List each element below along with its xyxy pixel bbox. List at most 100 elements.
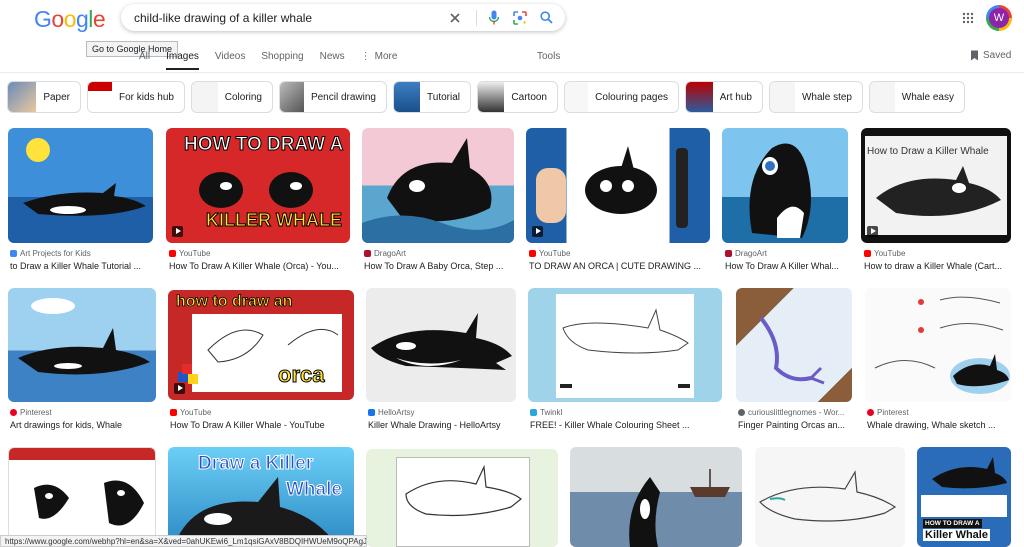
result-image[interactable] [8,128,153,243]
result-caption[interactable]: Art drawings for kids, Whale [10,420,155,430]
google-logo[interactable]: Google [34,6,106,33]
chip-coloring[interactable]: Coloring [191,81,273,113]
play-icon [172,226,183,237]
result-image[interactable] [570,447,742,547]
chip-thumbnail [192,82,218,112]
result-image[interactable] [755,447,905,547]
result-image[interactable] [366,449,558,547]
orca-drawing [759,470,897,522]
chip-label: Coloring [224,91,262,103]
chip-art-hub[interactable]: Art hub [685,81,763,113]
source-label: DragoArt [735,249,768,258]
logo-letter: o [63,6,77,32]
result-caption[interactable]: Killer Whale Drawing - HelloArtsy [368,420,516,430]
result-caption[interactable]: How To Draw A Baby Orca, Step ... [364,261,514,271]
orca-drawing [749,143,811,238]
result-caption[interactable]: Whale drawing, Whale sketch ... [867,420,1012,430]
tab-videos[interactable]: Videos [215,51,245,70]
chip-thumbnail [478,82,505,112]
result-image[interactable] [8,447,156,547]
result-source[interactable]: Pinterest [10,408,155,417]
result-source[interactable]: YouTube [529,249,709,258]
search-input[interactable]: child-like drawing of a killer whale [134,11,444,25]
chip-whale-step[interactable]: Whale step [769,81,863,113]
result-image[interactable] [526,128,710,243]
more-dots-icon: ⋮ [360,51,371,62]
result-image[interactable]: Draw a Killer Whale [168,447,354,547]
status-bar-url: https://www.google.com/webhp?hl=en&sa=X&… [0,535,367,547]
result-source[interactable]: Twinkl [530,408,720,417]
microphone-icon[interactable] [483,7,505,29]
site-favicon [725,250,732,257]
chip-label: Pencil drawing [310,91,376,103]
result-image[interactable]: HOW TO DRAW A KILLER WHALE [166,128,350,243]
site-favicon [529,250,536,257]
account-avatar[interactable]: W [986,5,1012,31]
result-image[interactable] [736,288,852,402]
chip-cartoon[interactable]: Cartoon [477,81,558,113]
result-caption[interactable]: How To Draw A Killer Whale (Orca) - You.… [169,261,349,271]
result-image[interactable]: How to Draw a Killer Whale [861,128,1011,243]
tab-shopping[interactable]: Shopping [261,51,303,70]
site-favicon [867,409,874,416]
source-label: YouTube [180,408,212,417]
chip-label: Cartoon [511,91,547,103]
result-caption[interactable]: How To Draw A Killer Whale - YouTube [170,420,354,430]
result-source[interactable]: YouTube [170,408,354,417]
chip-tutorial[interactable]: Tutorial [393,81,471,113]
tools-button[interactable]: Tools [537,51,560,62]
result-image[interactable]: HOW TO DRAW A Killer Whale [917,447,1011,547]
chip-pencil-drawing[interactable]: Pencil drawing [279,81,387,113]
chip-for-kids-hub[interactable]: For kids hub [87,81,185,113]
orca-drawing [178,328,339,384]
chip-thumbnail [8,82,37,112]
chip-label: Tutorial [427,91,460,103]
chip-label: Whale easy [901,91,954,103]
result-caption[interactable]: How To Draw A Killer Whal... [725,261,847,271]
search-icon[interactable] [535,7,557,29]
result-image[interactable] [366,288,516,402]
result-source[interactable]: DragoArt [364,249,512,258]
result-image[interactable] [362,128,514,243]
chip-label: Paper [43,91,70,103]
saved-button[interactable]: Saved [970,50,1011,61]
result-caption[interactable]: FREE! - Killer Whale Colouring Sheet ... [530,420,720,430]
search-box[interactable]: child-like drawing of a killer whale [121,4,565,31]
result-source[interactable]: DragoArt [725,249,847,258]
result-source[interactable]: HelloArtsy [368,408,516,417]
result-caption[interactable]: to Draw a Killer Whale Tutorial ... [10,261,152,271]
result-source[interactable]: YouTube [169,249,349,258]
chip-paper[interactable]: Paper [7,81,81,113]
tab-more[interactable]: ⋮ More [361,51,398,70]
tab-news[interactable]: News [320,51,345,70]
result-image[interactable] [865,288,1011,402]
play-icon [174,383,185,394]
chip-whale-easy[interactable]: Whale easy [869,81,965,113]
tab-more-label: More [374,51,398,62]
tab-images[interactable]: Images [166,51,199,70]
result-caption[interactable]: How to draw a Killer Whale (Cart... [864,261,1012,271]
source-label: YouTube [179,249,211,258]
result-image[interactable] [8,288,156,402]
site-favicon [738,409,745,416]
orca-drawing [536,146,688,228]
lens-icon[interactable] [509,7,531,29]
result-caption[interactable]: Finger Painting Orcas an... [738,420,853,430]
result-source[interactable]: Pinterest [867,408,1012,417]
chip-colouring-pages[interactable]: Colouring pages [564,81,679,113]
orca-drawing [560,308,690,388]
result-source[interactable]: YouTube [864,249,1012,258]
search-tabs: All Images Videos Shopping News ⋮ More [139,51,413,70]
chip-thumbnail [870,82,895,112]
thumbnail-title: HOW TO DRAW A [923,519,982,528]
result-source[interactable]: curiouslittlegnomes - Wor... [738,408,853,417]
clear-icon[interactable] [444,7,466,29]
result-image[interactable]: how to draw an orca [168,290,354,400]
tab-all[interactable]: All [139,51,150,70]
apps-grid-icon[interactable] [962,11,974,29]
header-divider [0,72,1024,73]
result-image[interactable] [528,288,722,402]
result-source[interactable]: Art Projects for Kids [10,249,150,258]
result-image[interactable] [722,128,848,243]
result-caption[interactable]: TO DRAW AN ORCA | CUTE DRAWING ... [529,261,709,271]
